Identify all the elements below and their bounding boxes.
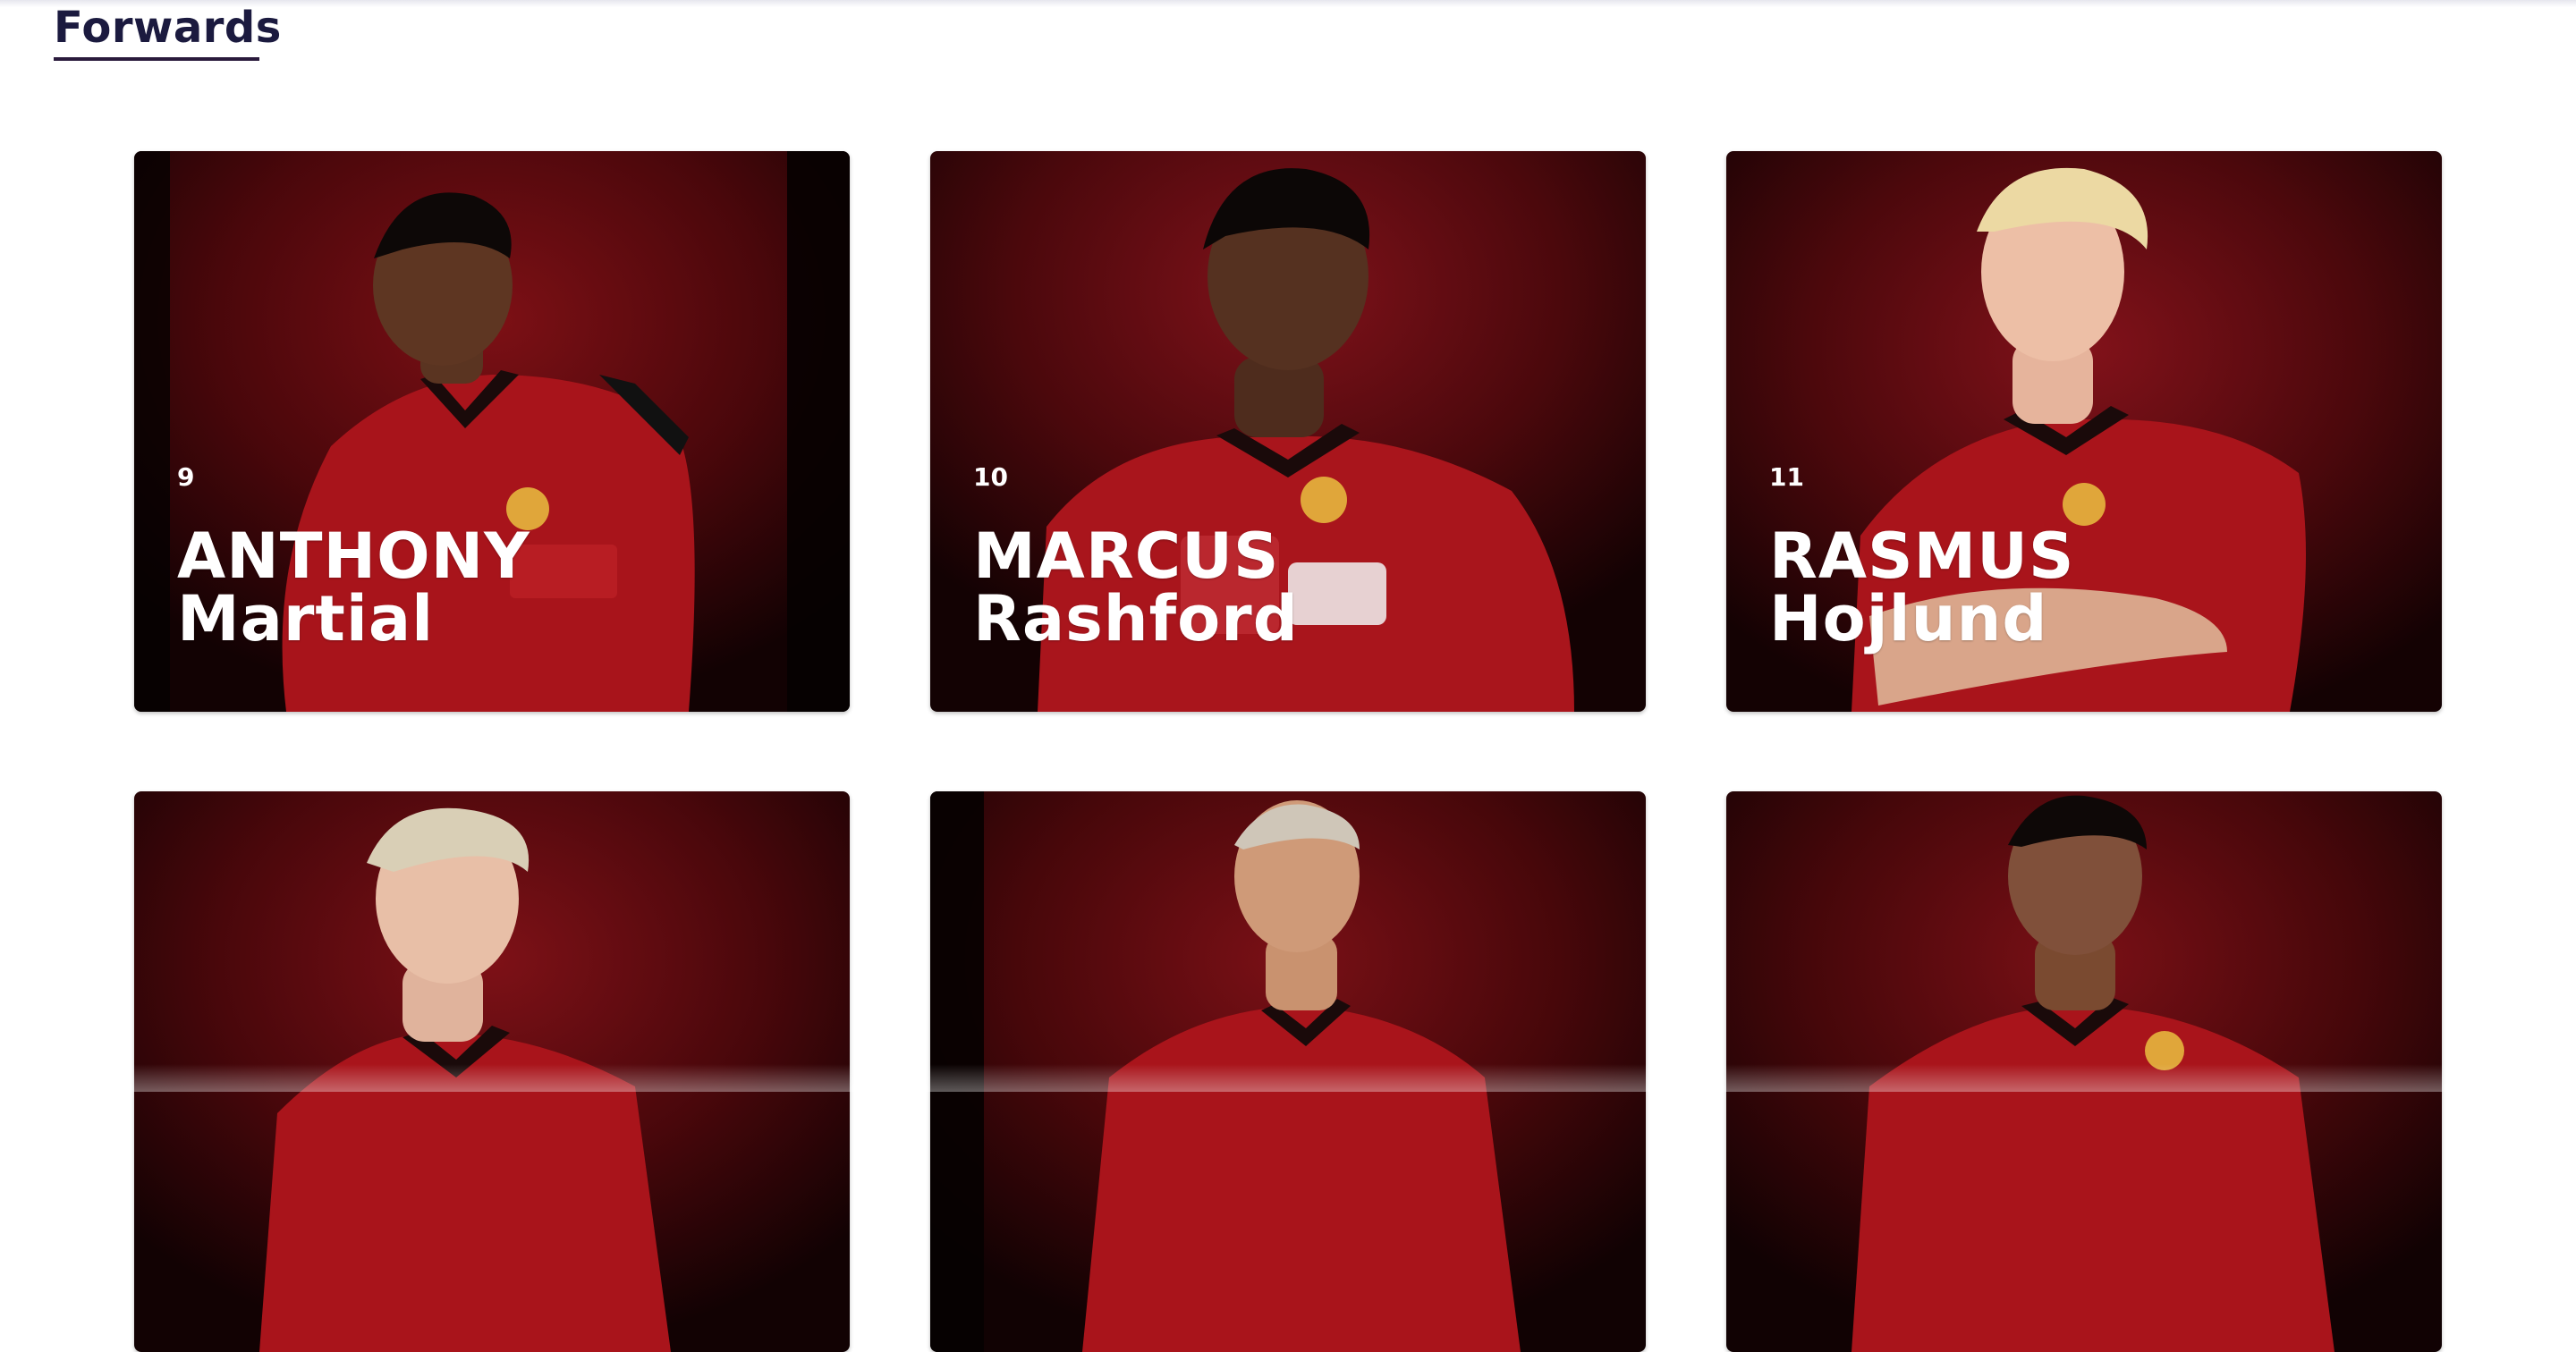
player-info: 10 MARCUS Rashford bbox=[973, 462, 1299, 650]
player-card[interactable]: 9 ANTHONY Martial bbox=[134, 151, 850, 712]
player-card[interactable]: 11 RASMUS Hojlund bbox=[1726, 151, 2442, 712]
player-photo bbox=[1726, 791, 2442, 1352]
player-card[interactable] bbox=[1726, 791, 2442, 1352]
player-last-name: Rashford bbox=[973, 582, 1299, 655]
player-last-name: Martial bbox=[177, 582, 435, 655]
player-info: 9 ANTHONY Martial bbox=[177, 462, 530, 650]
player-first-name: RASMUS bbox=[1769, 520, 2075, 593]
section-title: Forwards bbox=[54, 3, 282, 53]
section-title-underline bbox=[54, 57, 259, 61]
player-info: 11 RASMUS Hojlund bbox=[1769, 462, 2074, 650]
player-first-name: MARCUS bbox=[973, 520, 1280, 593]
player-photo bbox=[930, 791, 1646, 1352]
player-first-name: ANTHONY bbox=[177, 520, 530, 593]
shirt-number: 9 bbox=[177, 462, 195, 492]
shirt-number: 11 bbox=[1769, 462, 1804, 492]
player-last-name: Hojlund bbox=[1769, 582, 2048, 655]
player-card[interactable] bbox=[134, 791, 850, 1352]
top-shadow bbox=[0, 0, 2576, 7]
player-card[interactable]: 10 MARCUS Rashford bbox=[930, 151, 1646, 712]
player-photo bbox=[134, 791, 850, 1352]
player-card[interactable] bbox=[930, 791, 1646, 1352]
shirt-number: 10 bbox=[973, 462, 1008, 492]
